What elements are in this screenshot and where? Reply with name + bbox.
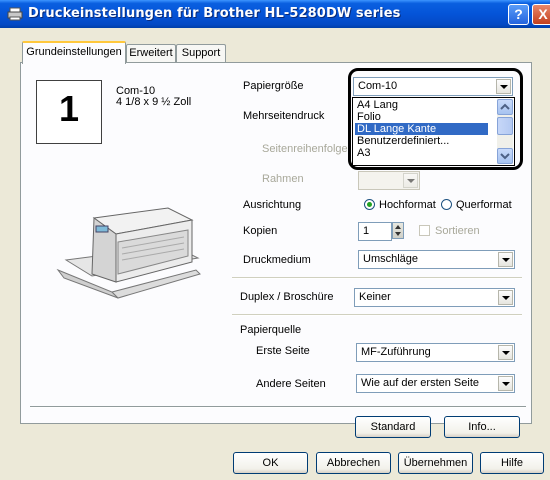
collate-checkbox[interactable] <box>419 225 430 236</box>
scroll-thumb[interactable] <box>497 117 513 135</box>
copies-stepper[interactable] <box>392 222 404 239</box>
chevron-down-icon <box>500 153 510 160</box>
divider <box>232 314 522 316</box>
list-item-selected[interactable]: DL Lange Kante <box>355 123 488 135</box>
orientation-label: Ausrichtung <box>243 199 302 211</box>
list-item[interactable]: Benutzerdefiniert... <box>355 135 449 147</box>
pages-per-sheet-number: 1 <box>58 88 80 129</box>
chevron-down-icon[interactable] <box>498 345 513 360</box>
divider <box>232 277 522 279</box>
collate-label[interactable]: Sortieren <box>435 225 480 237</box>
divider <box>30 406 526 408</box>
print-settings-dialog: Druckeinstellungen für Brother HL-5280DW… <box>0 0 550 480</box>
printer-illustration-icon <box>56 207 201 299</box>
landscape-radio[interactable] <box>441 199 452 210</box>
paper-size-label: Papiergröße <box>243 80 304 92</box>
dropdown-scrollbar[interactable] <box>497 99 513 164</box>
tab-erweitert[interactable]: Erweitert <box>126 44 176 63</box>
media-select[interactable]: Umschläge <box>358 250 515 269</box>
media-value: Umschläge <box>363 253 419 265</box>
border-select[interactable] <box>358 171 420 190</box>
multiple-page-label: Mehrseitendruck <box>243 110 325 122</box>
chevron-down-icon[interactable] <box>498 290 513 305</box>
page-order-label: Seitenreihenfolge <box>262 143 348 155</box>
other-pages-select[interactable]: Wie auf der ersten Seite <box>356 374 515 393</box>
first-page-label: Erste Seite <box>256 345 310 357</box>
landscape-label[interactable]: Querformat <box>456 199 512 211</box>
duplex-label: Duplex / Broschüre <box>240 291 334 303</box>
duplex-select[interactable]: Keiner <box>354 288 515 307</box>
close-button[interactable]: X <box>532 4 550 25</box>
first-page-select[interactable]: MF-Zuführung <box>356 343 515 362</box>
paper-dimensions: 4 1/8 x 9 ½ Zoll <box>116 96 192 108</box>
paper-size-select[interactable]: Com-10 <box>353 77 513 96</box>
chevron-down-icon <box>403 173 418 188</box>
chevron-down-icon[interactable] <box>496 79 511 94</box>
copies-value: 1 <box>363 225 370 237</box>
list-item[interactable]: A4 Lang <box>355 99 398 111</box>
first-page-value: MF-Zuführung <box>361 346 431 358</box>
media-label: Druckmedium <box>243 254 311 266</box>
tab-support[interactable]: Support <box>176 44 226 63</box>
paper-size-dropdown-list[interactable]: A4 Lang Folio DL Lange Kante Benutzerdef… <box>352 97 515 166</box>
chevron-down-icon[interactable] <box>498 252 513 267</box>
paper-size-value: Com-10 <box>358 80 398 92</box>
cancel-button[interactable]: Abbrechen <box>316 452 391 474</box>
list-item[interactable]: Folio <box>355 111 381 123</box>
help-button[interactable]: Hilfe <box>480 452 544 474</box>
window-title: Druckeinstellungen für Brother HL-5280DW… <box>28 6 401 21</box>
title-bar[interactable]: Druckeinstellungen für Brother HL-5280DW… <box>0 0 550 28</box>
help-title-button[interactable]: ? <box>508 4 529 25</box>
ok-button[interactable]: OK <box>233 452 308 474</box>
paper-source-label: Papierquelle <box>240 324 302 336</box>
scroll-up-button[interactable] <box>497 99 513 115</box>
printer-icon <box>7 7 23 21</box>
other-pages-value: Wie auf der ersten Seite <box>361 377 480 389</box>
duplex-value: Keiner <box>359 291 391 303</box>
copies-input[interactable]: 1 <box>358 222 392 241</box>
list-item[interactable]: A3 <box>355 147 370 159</box>
portrait-label[interactable]: Hochformat <box>379 199 436 211</box>
standard-button[interactable]: Standard <box>355 416 431 438</box>
chevron-down-icon[interactable] <box>498 376 513 391</box>
portrait-radio[interactable] <box>364 199 375 210</box>
other-pages-label: Andere Seiten <box>256 378 326 390</box>
stepper-arrows-icon <box>395 225 401 236</box>
info-button[interactable]: Info... <box>444 416 520 438</box>
tab-grundeinstellungen[interactable]: Grundeinstellungen <box>22 41 126 64</box>
page-preview: 1 <box>36 80 102 144</box>
copies-label: Kopien <box>243 225 278 237</box>
scroll-down-button[interactable] <box>497 148 513 164</box>
apply-button[interactable]: Übernehmen <box>398 452 473 474</box>
border-label: Rahmen <box>262 173 304 185</box>
chevron-up-icon <box>500 103 510 110</box>
